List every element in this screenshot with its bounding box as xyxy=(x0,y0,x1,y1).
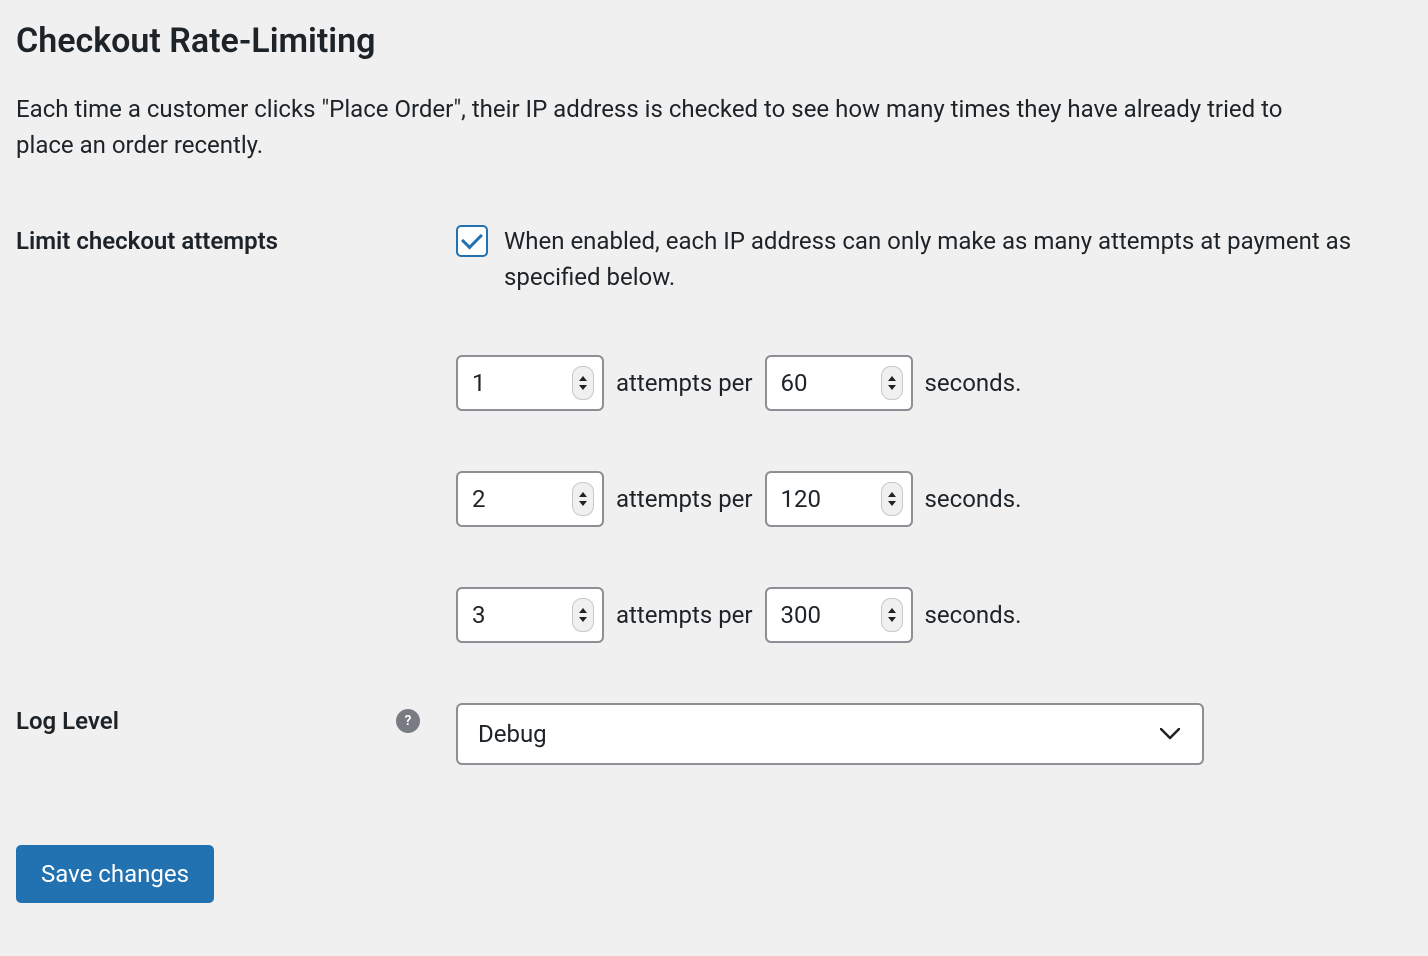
log-level-select[interactable]: Debug xyxy=(456,703,1204,765)
stepper-icon[interactable] xyxy=(572,366,594,400)
seconds-input-wrap[interactable] xyxy=(765,355,913,411)
limit-checkout-description: When enabled, each IP address can only m… xyxy=(504,223,1354,295)
attempts-input-wrap[interactable] xyxy=(456,471,604,527)
attempts-per-text: attempts per xyxy=(616,481,753,517)
seconds-suffix-text: seconds. xyxy=(925,597,1022,633)
help-icon[interactable]: ? xyxy=(396,709,420,733)
log-level-selected-value: Debug xyxy=(478,716,547,752)
attempts-input-wrap[interactable] xyxy=(456,355,604,411)
attempts-input-wrap[interactable] xyxy=(456,587,604,643)
rate-limit-row: attempts per seconds. xyxy=(456,587,1412,643)
seconds-input-wrap[interactable] xyxy=(765,587,913,643)
log-level-label: Log Level xyxy=(16,703,119,739)
save-changes-button[interactable]: Save changes xyxy=(16,845,214,903)
rate-limit-row: attempts per seconds. xyxy=(456,355,1412,411)
section-title: Checkout Rate-Limiting xyxy=(16,16,1412,67)
settings-form-table: Limit checkout attempts When enabled, ea… xyxy=(16,223,1412,825)
stepper-icon[interactable] xyxy=(881,598,903,632)
limit-checkout-label: Limit checkout attempts xyxy=(16,223,456,355)
attempts-per-text: attempts per xyxy=(616,365,753,401)
stepper-icon[interactable] xyxy=(572,482,594,516)
stepper-icon[interactable] xyxy=(881,482,903,516)
rate-limit-row: attempts per seconds. xyxy=(456,471,1412,527)
stepper-icon[interactable] xyxy=(881,366,903,400)
attempts-per-text: attempts per xyxy=(616,597,753,633)
seconds-suffix-text: seconds. xyxy=(925,481,1022,517)
limit-checkout-checkbox[interactable] xyxy=(456,225,488,257)
stepper-icon[interactable] xyxy=(572,598,594,632)
seconds-suffix-text: seconds. xyxy=(925,365,1022,401)
seconds-input-wrap[interactable] xyxy=(765,471,913,527)
section-description: Each time a customer clicks "Place Order… xyxy=(16,91,1306,163)
chevron-down-icon xyxy=(1160,728,1180,740)
